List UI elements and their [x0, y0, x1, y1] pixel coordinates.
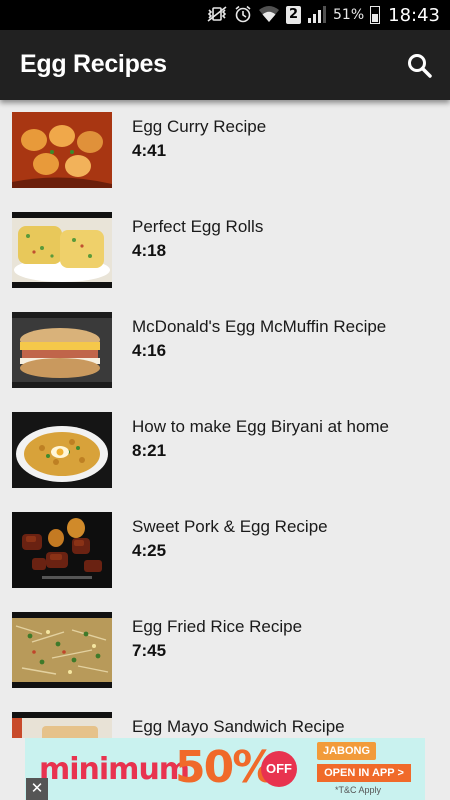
video-title: McDonald's Egg McMuffin Recipe	[132, 317, 387, 336]
video-thumbnail	[12, 312, 112, 388]
search-button[interactable]	[404, 50, 436, 82]
list-item[interactable]: Egg Curry Recipe 4:41	[0, 100, 450, 200]
video-thumbnail	[12, 612, 112, 688]
list-item[interactable]: Sweet Pork & Egg Recipe 4:25	[0, 500, 450, 600]
video-title: How to make Egg Biryani at home	[132, 417, 390, 436]
video-duration: 7:45	[132, 641, 167, 660]
video-thumbnail	[12, 212, 112, 288]
ad-open-in-app-button[interactable]: OPEN IN APP >	[317, 764, 411, 782]
list-item[interactable]: How to make Egg Biryani at home 8:21	[0, 400, 450, 500]
ad-close-button[interactable]: ✕	[26, 778, 48, 800]
ad-headline: minimum	[39, 752, 190, 787]
ad-off-badge: OFF	[261, 751, 297, 787]
video-thumbnail	[12, 112, 112, 188]
list-item[interactable]: Egg Fried Rice Recipe 7:45	[0, 600, 450, 700]
status-bar: 2 51% 18:43	[0, 0, 450, 30]
sim-indicator: 2	[286, 6, 301, 24]
vibrate-mute-icon	[206, 5, 228, 25]
search-icon	[408, 54, 432, 78]
video-title: Sweet Pork & Egg Recipe	[132, 517, 328, 536]
video-thumbnail	[12, 512, 112, 588]
alarm-icon	[234, 5, 252, 26]
list-item[interactable]: Egg Mayo Sandwich Recipe	[0, 700, 450, 738]
app-title: Egg Recipes	[20, 50, 167, 78]
ad-terms: *T&C Apply	[335, 785, 382, 795]
clock: 18:43	[388, 4, 440, 26]
battery-percent: 51%	[333, 7, 365, 23]
video-title: Perfect Egg Rolls	[132, 217, 264, 236]
video-duration: 8:21	[132, 441, 167, 460]
ad-percent: 50%	[175, 742, 276, 793]
status-icons: 2 51% 18:43	[206, 0, 440, 30]
video-title: Egg Curry Recipe	[132, 117, 267, 136]
signal-icon	[307, 5, 327, 26]
list-item[interactable]: Perfect Egg Rolls 4:18	[0, 200, 450, 300]
video-thumbnail	[12, 712, 112, 738]
list-item[interactable]: McDonald's Egg McMuffin Recipe 4:16	[0, 300, 450, 400]
battery-icon	[370, 6, 381, 24]
wifi-icon	[258, 5, 280, 26]
ad-brand-logo: JABONG	[317, 742, 377, 760]
video-thumbnail	[12, 412, 112, 488]
video-duration: 4:41	[132, 141, 167, 160]
ad-banner[interactable]: minimum 50% OFF JABONG OPEN IN APP > *T&…	[25, 738, 425, 800]
video-title: Egg Fried Rice Recipe	[132, 617, 303, 636]
video-duration: 4:16	[132, 341, 167, 360]
app-bar: Egg Recipes	[0, 30, 450, 100]
video-duration: 4:25	[132, 541, 167, 560]
video-duration: 4:18	[132, 241, 167, 260]
video-title: Egg Mayo Sandwich Recipe	[132, 717, 345, 736]
video-list[interactable]: Egg Curry Recipe 4:41 Perfect Egg Rolls …	[0, 100, 450, 738]
